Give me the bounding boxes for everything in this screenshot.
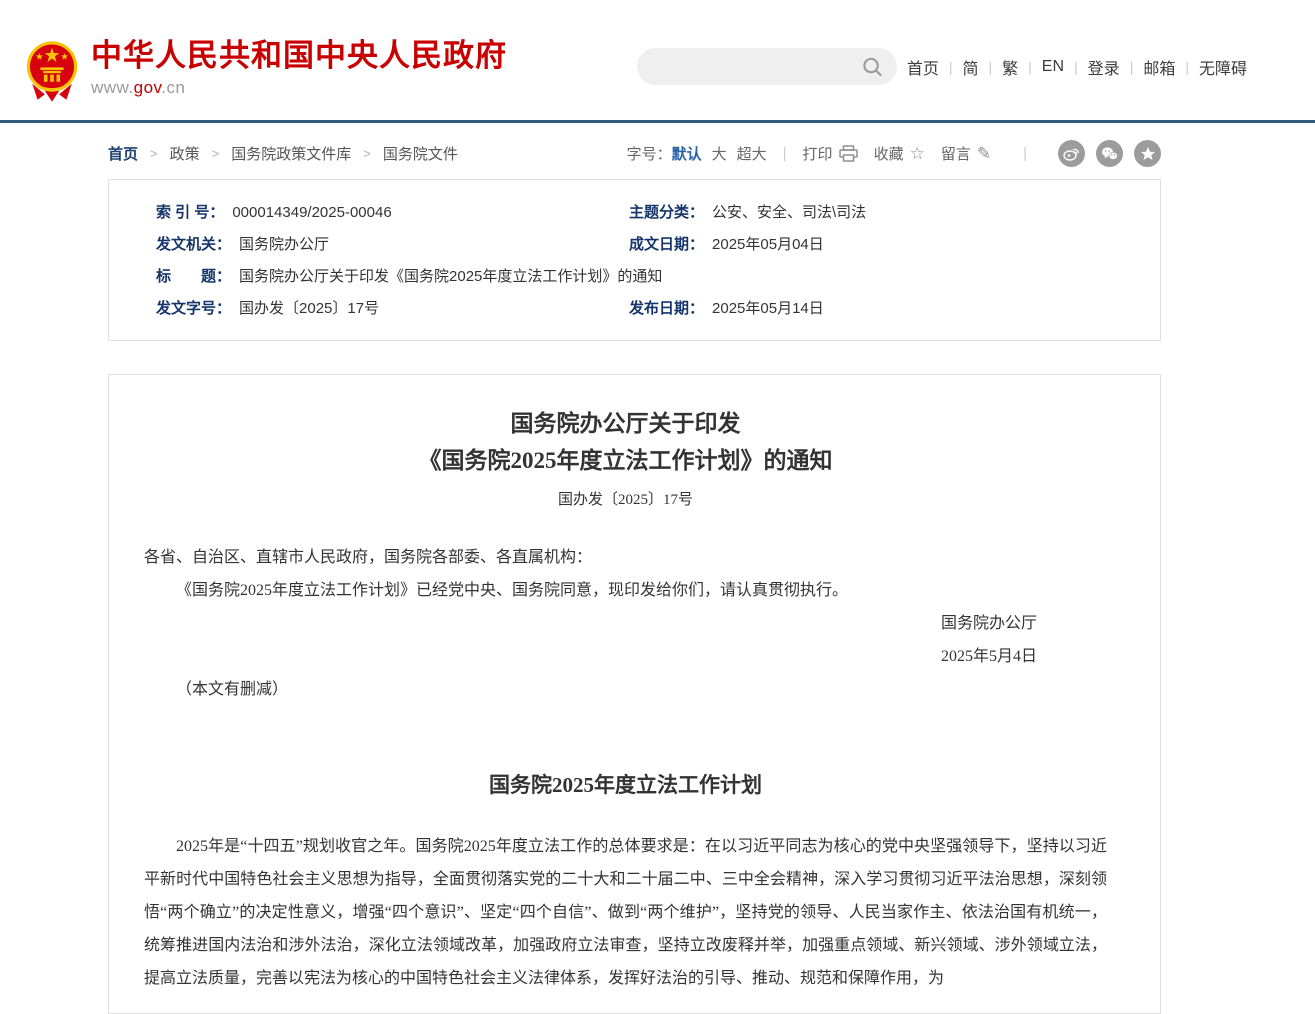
search-input[interactable] [637,48,862,85]
site-logo[interactable]: 中华人民共和国中央人民政府 www.gov.cn [25,38,507,104]
breadcrumb: 首页 > 政策 > 国务院政策文件库 > 国务院文件 [108,143,458,164]
comment-button[interactable]: 留言 ✎ [941,143,991,164]
font-size-large-button[interactable]: 大 [712,143,727,164]
meta-index-label: 索 引 号： [156,197,224,229]
weibo-share-button[interactable] [1058,140,1085,167]
nav-home[interactable]: 首页 [907,55,939,79]
national-emblem-icon [25,38,79,104]
document-body-card: 国务院办公厅关于印发 《国务院2025年度立法工作计划》的通知 国办发〔2025… [108,374,1161,1014]
print-label: 打印 [803,143,833,164]
nav-login[interactable]: 登录 [1088,55,1120,79]
intro-paragraph: 《国务院2025年度立法工作计划》已经党中央、国务院同意，现印发给你们，请认真贯… [144,574,1107,607]
qzone-share-button[interactable] [1134,140,1161,167]
nav-separator: | [989,59,993,75]
sign-date: 2025年5月4日 [144,640,1037,673]
favorite-label: 收藏 [874,143,904,164]
nav-separator: | [1185,59,1189,75]
qzone-star-icon [1140,146,1156,162]
wechat-icon [1101,146,1118,161]
breadcrumb-separator: > [212,146,220,161]
signature-block: 国务院办公厅 2025年5月4日 [144,607,1107,673]
breadcrumb-toolbar-row: 首页 > 政策 > 国务院政策文件库 > 国务院文件 字号： 默认 大 超大 |… [108,123,1161,167]
share-icons [1047,140,1161,167]
nav-separator: | [949,59,953,75]
recipients-line: 各省、自治区、直辖市人民政府，国务院各部委、各直属机构： [144,541,1107,574]
meta-doc-number-label: 发文字号： [156,293,231,325]
search-box[interactable] [637,48,897,85]
favorite-button[interactable]: 收藏 ☆ [874,143,925,164]
breadcrumb-separator: > [150,146,158,161]
meta-row: 发文机关： 国务院办公厅 成文日期： 2025年05月04日 [109,229,1160,261]
meta-topic: 主题分类： 公安、安全、司法\司法 [629,197,1160,229]
document-number: 国办发〔2025〕17号 [144,488,1107,512]
font-size-label: 字号： [627,143,672,164]
font-size-default-button[interactable]: 默认 [672,143,702,164]
nav-separator: | [1028,59,1032,75]
meta-title: 标 题： 国务院办公厅关于印发《国务院2025年度立法工作计划》的通知 [109,261,662,293]
nav-separator: | [1074,59,1078,75]
meta-index: 索 引 号： 000014349/2025-00046 [109,197,629,229]
url-www: www. [91,78,134,97]
meta-doc-number-value: 国办发〔2025〕17号 [239,293,379,325]
nav-mail[interactable]: 邮箱 [1143,55,1175,79]
breadcrumb-policy-library[interactable]: 国务院政策文件库 [231,143,351,164]
toolbar-separator: | [1023,145,1027,162]
meta-topic-value: 公安、安全、司法\司法 [712,197,866,229]
meta-agency-value: 国务院办公厅 [239,229,329,261]
document-meta-card: 索 引 号： 000014349/2025-00046 主题分类： 公安、安全、… [108,179,1161,341]
breadcrumb-home[interactable]: 首页 [108,143,138,164]
breadcrumb-state-council-docs[interactable]: 国务院文件 [383,143,458,164]
meta-publish-date-label: 发布日期： [629,293,704,325]
weibo-icon [1063,146,1080,161]
url-cn: .cn [161,78,185,97]
meta-written-date: 成文日期： 2025年05月04日 [629,229,1160,261]
star-icon: ☆ [910,145,925,162]
meta-row: 发文字号： 国办发〔2025〕17号 发布日期： 2025年05月14日 [109,293,1160,325]
nav-simplified[interactable]: 简 [962,55,978,79]
meta-agency: 发文机关： 国务院办公厅 [109,229,629,261]
document-title: 国务院办公厅关于印发 《国务院2025年度立法工作计划》的通知 [144,405,1107,479]
logo-text: 中华人民共和国中央人民政府 www.gov.cn [91,38,507,98]
breadcrumb-separator: > [363,146,371,161]
site-title: 中华人民共和国中央人民政府 [91,38,507,74]
meta-publish-date-value: 2025年05月14日 [712,293,824,325]
printer-icon [839,145,858,162]
document-title-line1: 国务院办公厅关于印发 [511,411,741,436]
meta-agency-label: 发文机关： [156,229,231,261]
font-size-xlarge-button[interactable]: 超大 [737,143,767,164]
pencil-icon: ✎ [977,145,991,162]
document-body: 各省、自治区、直辖市人民政府，国务院各部委、各直属机构： 《国务院2025年度立… [144,541,1107,995]
url-gov: gov [134,78,162,97]
redaction-note: （本文有删减） [144,673,1107,706]
document-title-line2: 《国务院2025年度立法工作计划》的通知 [419,448,833,473]
plan-section-title: 国务院2025年度立法工作计划 [144,770,1107,800]
print-button[interactable]: 打印 [803,143,858,164]
wechat-share-button[interactable] [1096,140,1123,167]
meta-written-date-label: 成文日期： [629,229,704,261]
meta-doc-number: 发文字号： 国办发〔2025〕17号 [109,293,629,325]
nav-english[interactable]: EN [1042,58,1064,76]
search-icon[interactable] [862,56,883,78]
meta-index-value: 000014349/2025-00046 [232,197,391,229]
breadcrumb-policy[interactable]: 政策 [170,143,200,164]
meta-written-date-value: 2025年05月04日 [712,229,824,261]
signer: 国务院办公厅 [144,607,1037,640]
site-url: www.gov.cn [91,78,507,98]
top-nav: 首页 | 简 | 繁 | EN | 登录 | 邮箱 | 无障碍 [907,55,1247,79]
meta-topic-label: 主题分类： [629,197,704,229]
nav-traditional[interactable]: 繁 [1002,55,1018,79]
meta-row: 标 题： 国务院办公厅关于印发《国务院2025年度立法工作计划》的通知 [109,261,1160,293]
toolbar-separator: | [783,145,787,162]
meta-title-label: 标 题： [156,261,231,293]
meta-title-value: 国务院办公厅关于印发《国务院2025年度立法工作计划》的通知 [239,261,662,293]
meta-publish-date: 发布日期： 2025年05月14日 [629,293,1160,325]
nav-accessibility[interactable]: 无障碍 [1199,55,1247,79]
site-header: 中华人民共和国中央人民政府 www.gov.cn 首页 | 简 | 繁 | EN | 登… [0,0,1315,120]
page-tools: 字号： 默认 大 超大 | 打印 收藏 ☆ 留言 ✎ | [627,140,1161,167]
nav-separator: | [1130,59,1134,75]
main-paragraph: 2025年是“十四五”规划收官之年。国务院2025年度立法工作的总体要求是：在以… [144,830,1107,995]
comment-label: 留言 [941,143,971,164]
meta-row: 索 引 号： 000014349/2025-00046 主题分类： 公安、安全、… [109,197,1160,229]
